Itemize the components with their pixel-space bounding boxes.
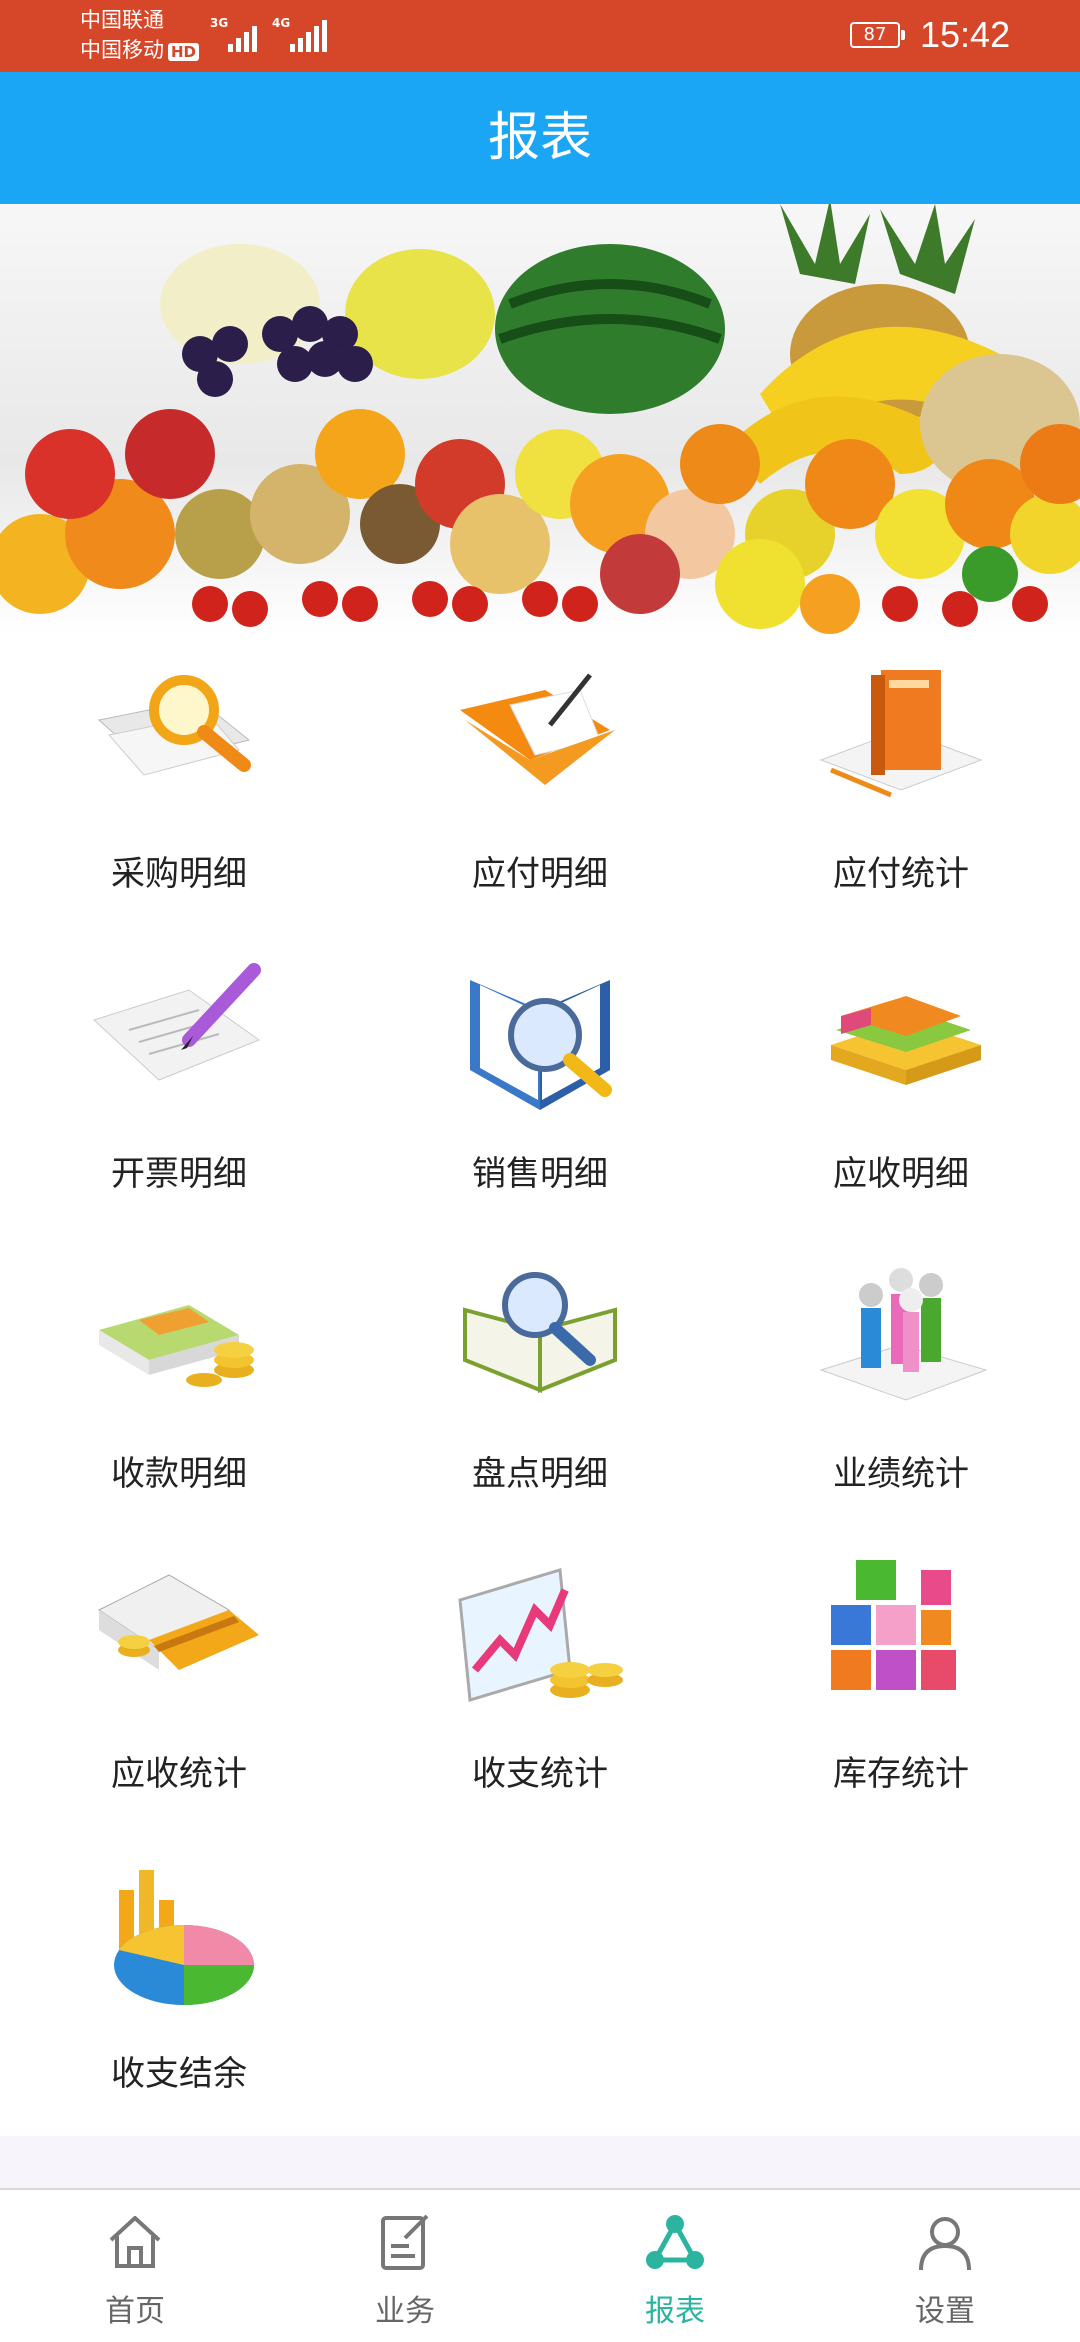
chart-with-coins-icon	[458, 1568, 623, 1702]
report-tile-performance-stats[interactable]: 业绩统计	[722, 1236, 1080, 1536]
folder-with-pen-icon	[460, 673, 615, 785]
report-tile-payable-stats[interactable]: 应付统计	[722, 636, 1080, 936]
fruits-illustration	[0, 204, 1080, 634]
fruits-banner-image	[0, 204, 1080, 636]
report-tile-payable-detail[interactable]: 应付明细	[361, 636, 719, 936]
carrier-label-1: 中国联通	[80, 8, 164, 32]
bottom-navigation: 首页 业务 报表 设置	[0, 2188, 1080, 2340]
tile-label: 应付明细	[472, 854, 608, 894]
report-tile-sales-detail[interactable]: 销售明细	[361, 936, 719, 1236]
report-tile-invoice-detail[interactable]: 开票明细	[0, 936, 358, 1236]
nav-label: 业务	[375, 2294, 435, 2329]
battery-tip	[901, 30, 905, 40]
stacked-cubes-icon	[831, 1560, 956, 1690]
nav-label: 报表	[645, 2294, 705, 2329]
report-tile-receivable-stats[interactable]: 应收统计	[0, 1536, 358, 1836]
tile-label: 开票明细	[111, 1154, 247, 1194]
report-tile-receivable-detail[interactable]: 应收明细	[722, 936, 1080, 1236]
nav-home[interactable]: 首页	[0, 2190, 270, 2342]
tile-label: 业绩统计	[833, 1454, 969, 1494]
content-bottom-strip	[0, 2136, 1080, 2188]
clock: 15:42	[920, 14, 1011, 55]
pie-and-bar-chart-icon	[114, 1870, 254, 2005]
tile-label: 收支统计	[472, 1754, 608, 1794]
money-and-coins-icon	[99, 1305, 254, 1387]
carrier-label-2: 中国移动 HD	[80, 38, 200, 62]
tile-label: 应付统计	[833, 854, 969, 894]
status-bar: 中国联通 中国移动 HD 3G 4G 87 15:42	[0, 0, 1080, 72]
nav-settings[interactable]: 设置	[810, 2190, 1080, 2342]
title-bar: 报表	[0, 72, 1080, 204]
tile-label: 应收明细	[833, 1154, 969, 1194]
report-tile-collection-detail[interactable]: 收款明细	[0, 1236, 358, 1536]
edit-document-icon	[381, 2214, 429, 2270]
tile-label: 收款明细	[111, 1454, 247, 1494]
nav-label: 设置	[915, 2294, 975, 2329]
user-icon	[919, 2217, 971, 2271]
tile-label: 收支结余	[111, 2054, 247, 2094]
battery-icon: 87	[850, 22, 900, 48]
book-on-paper-icon	[819, 670, 983, 798]
stacked-books-icon	[831, 996, 981, 1085]
magnifier-on-open-book-icon	[463, 1272, 617, 1393]
home-icon	[109, 2216, 161, 2268]
tile-label: 库存统计	[833, 1754, 969, 1794]
tile-label: 盘点明细	[472, 1454, 608, 1494]
nav-business[interactable]: 业务	[270, 2190, 540, 2342]
people-on-chart-icon	[819, 1268, 988, 1401]
tile-label: 应收统计	[111, 1754, 247, 1794]
report-grid: 采购明细 应付明细 应付统计 开票明细 销售明细 应收明细 收款明细 盘点明细 …	[0, 636, 1080, 2136]
page-title: 报表	[487, 108, 592, 168]
pencil-on-paper-icon	[93, 963, 261, 1081]
network-type-2: 4G	[272, 16, 291, 30]
report-tile-income-expense-stats[interactable]: 收支统计	[361, 1536, 719, 1836]
magnifier-on-documents-icon	[97, 675, 251, 776]
report-tile-stock-stats[interactable]: 库存统计	[722, 1536, 1080, 1836]
report-tile-balance[interactable]: 收支结余	[0, 1836, 358, 2136]
share-nodes-icon	[646, 2215, 704, 2269]
report-tile-inventory-check-detail[interactable]: 盘点明细	[361, 1236, 719, 1536]
magnifier-on-book-icon	[470, 980, 612, 1110]
hd-badge: HD	[168, 43, 200, 61]
carrier-label-2-text: 中国移动	[80, 38, 164, 62]
credit-card-and-coins-icon	[98, 1574, 259, 1670]
network-type-1: 3G	[210, 16, 229, 30]
nav-label: 首页	[105, 2294, 165, 2329]
nav-reports[interactable]: 报表	[540, 2190, 810, 2342]
report-tile-purchase-detail[interactable]: 采购明细	[0, 636, 358, 936]
tile-label: 销售明细	[472, 1154, 608, 1194]
tile-label: 采购明细	[111, 854, 247, 894]
